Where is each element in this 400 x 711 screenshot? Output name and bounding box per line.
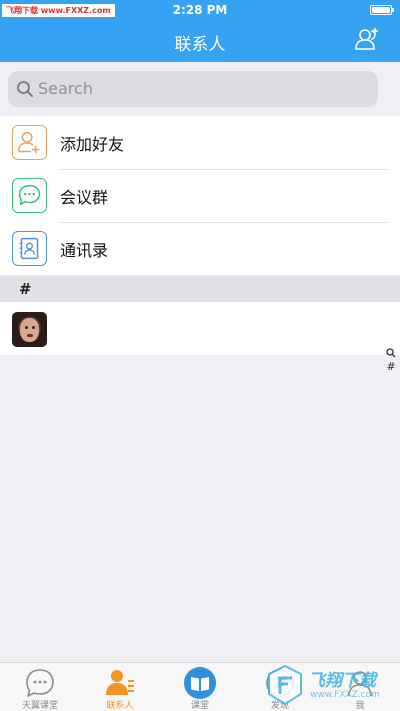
search-bar: Search <box>0 62 400 116</box>
battery-icon <box>370 5 394 15</box>
watermark-logo: 飞翔下载 www.FXXZ.com <box>262 660 397 710</box>
menu-item-label: 通讯录 <box>60 241 109 260</box>
search-icon[interactable] <box>386 348 396 358</box>
watermark-url: www.FXXZ.com <box>310 690 380 700</box>
search-input[interactable]: Search <box>8 71 378 107</box>
contacts-icon <box>106 670 134 695</box>
watermark-brand: 飞翔下载 <box>308 671 376 691</box>
page-title: 联系人 <box>174 35 226 55</box>
menu-item-label: 会议群 <box>60 188 109 207</box>
meeting-group-icon <box>12 178 47 213</box>
tab-contacts[interactable]: 联系人 <box>80 663 160 711</box>
tab-tianyi-classroom[interactable]: 天翼课堂 <box>0 663 80 711</box>
menu-item-add-friend[interactable]: 添加好友 <box>0 116 400 169</box>
section-label: # <box>19 280 32 298</box>
chat-bubble-icon <box>26 669 54 697</box>
book-icon <box>184 667 216 699</box>
tab-classroom[interactable]: 课堂 <box>160 663 240 711</box>
contact-menu-list: 添加好友 会议群 通讯录 <box>0 116 400 275</box>
search-placeholder: Search <box>38 79 93 98</box>
status-time: 2:28 PM <box>172 3 228 17</box>
index-letter[interactable]: # <box>384 360 398 373</box>
contact-row[interactable] <box>0 302 400 355</box>
index-bar[interactable]: # <box>384 348 398 373</box>
menu-item-address-book[interactable]: 通讯录 <box>0 222 400 275</box>
section-header: # <box>0 276 400 302</box>
watermark-emblem-icon <box>268 664 302 706</box>
add-contact-icon[interactable] <box>354 27 380 51</box>
search-icon <box>17 81 33 97</box>
tab-label: 联系人 <box>106 701 134 711</box>
menu-item-meeting-group[interactable]: 会议群 <box>0 169 400 222</box>
app-header: 飞翔下载 www.FXXZ.com 2:28 PM 联系人 <box>0 0 400 62</box>
tab-label: 天翼课堂 <box>21 701 58 711</box>
tab-label: 课堂 <box>190 701 209 711</box>
add-friend-icon <box>12 125 47 160</box>
status-bar: 飞翔下载 www.FXXZ.com 2:28 PM <box>0 0 400 20</box>
menu-item-label: 添加好友 <box>60 135 125 154</box>
avatar <box>12 312 47 347</box>
address-book-icon <box>12 231 47 266</box>
